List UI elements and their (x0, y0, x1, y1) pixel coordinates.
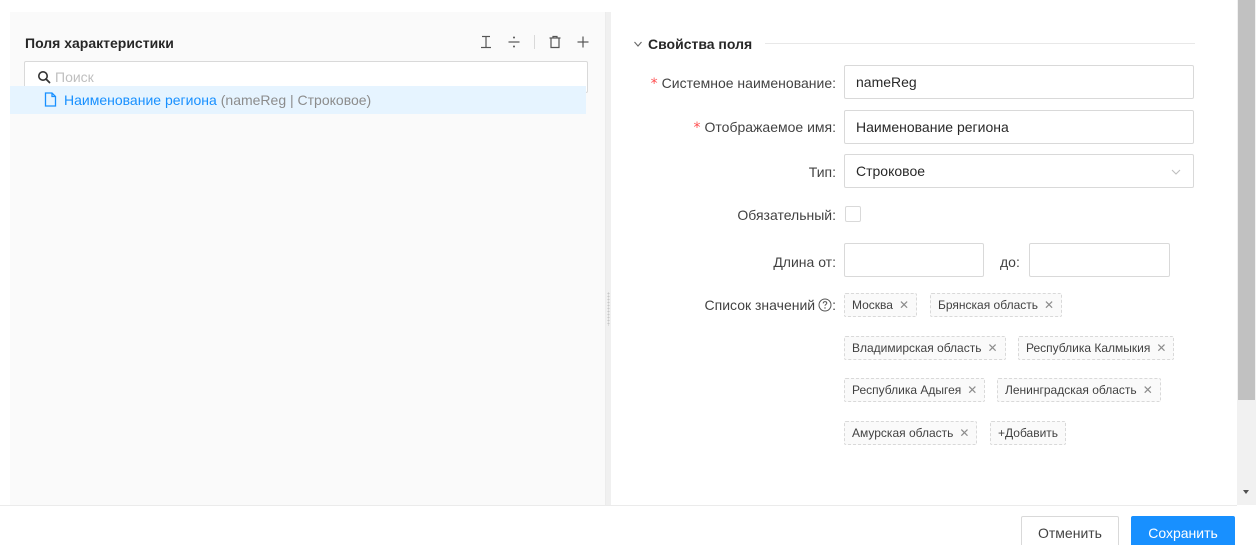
close-icon[interactable]: ✕ (959, 426, 969, 440)
section-title: Свойства поля (648, 36, 753, 52)
system-name-label: * Системное наименование: (650, 75, 836, 92)
close-icon[interactable]: ✕ (899, 298, 909, 312)
close-icon[interactable]: ✕ (1156, 341, 1166, 355)
save-button[interactable]: Сохранить (1131, 516, 1235, 545)
value-tag: Республика Калмыкия ✕ (1018, 336, 1175, 360)
tree-item-meta: (nameReg | Строковое) (220, 92, 372, 108)
search-input[interactable] (55, 69, 555, 85)
value-tag: Ленинградская область ✕ (997, 378, 1161, 402)
scroll-down-icon[interactable] (1241, 488, 1251, 496)
value-tag: Амурская область ✕ (844, 421, 978, 445)
split-icon[interactable] (506, 34, 522, 50)
value-tag: Республика Адыгея ✕ (844, 378, 986, 402)
panel-splitter[interactable] (606, 12, 611, 505)
close-icon[interactable]: ✕ (1044, 298, 1054, 312)
delete-icon[interactable] (547, 34, 563, 50)
type-value: Строковое (856, 163, 926, 179)
values-label: Список значений: (704, 297, 836, 313)
chevron-down-icon (1171, 167, 1181, 177)
required-marker: * (693, 120, 701, 136)
type-select[interactable]: Строковое (844, 154, 1194, 188)
required-marker: * (650, 76, 658, 92)
scrollbar-thumb[interactable] (1238, 0, 1255, 400)
system-name-field[interactable]: nameReg (844, 65, 1194, 99)
value-tag: Москва ✕ (844, 293, 918, 317)
close-icon[interactable]: ✕ (967, 383, 977, 397)
cancel-button[interactable]: Отменить (1021, 516, 1119, 545)
type-label: Тип: (808, 164, 836, 180)
required-label: Обязательный: (737, 207, 836, 223)
length-to-label: до: (1000, 254, 1020, 270)
tree-item-name: Наименование региона (64, 92, 217, 108)
close-icon[interactable]: ✕ (1143, 383, 1153, 397)
tree-item-nameReg[interactable]: Наименование региона (nameReg | Строково… (10, 86, 586, 114)
collapse-all-icon[interactable] (478, 34, 494, 50)
fields-panel-title: Поля характеристики (25, 35, 174, 51)
splitter-grip[interactable] (607, 292, 610, 326)
display-name-field[interactable]: Наименование региона (844, 110, 1194, 144)
chevron-down-icon[interactable] (633, 39, 643, 49)
section-header[interactable]: Свойства поля (633, 36, 752, 52)
add-tag-button[interactable]: +Добавить (990, 421, 1067, 445)
length-to-input[interactable] (1029, 243, 1170, 277)
section-divider (765, 43, 1195, 44)
add-icon[interactable] (575, 34, 591, 50)
toolbar-divider (534, 35, 535, 49)
required-checkbox[interactable] (845, 206, 861, 222)
search-icon (37, 70, 51, 84)
close-icon[interactable]: ✕ (987, 341, 997, 355)
help-icon[interactable] (818, 298, 832, 312)
footer-divider (0, 505, 1237, 506)
length-from-label: Длина от: (773, 254, 836, 270)
display-name-label: * Отображаемое имя: (693, 119, 836, 136)
system-name-value: nameReg (856, 74, 917, 90)
value-tag: Брянская область ✕ (930, 293, 1063, 317)
fields-toolbar (478, 34, 591, 50)
file-icon (44, 92, 58, 108)
display-name-value: Наименование региона (856, 119, 1009, 135)
length-from-input[interactable] (844, 243, 984, 277)
value-tag: Владимирская область ✕ (844, 336, 1006, 360)
